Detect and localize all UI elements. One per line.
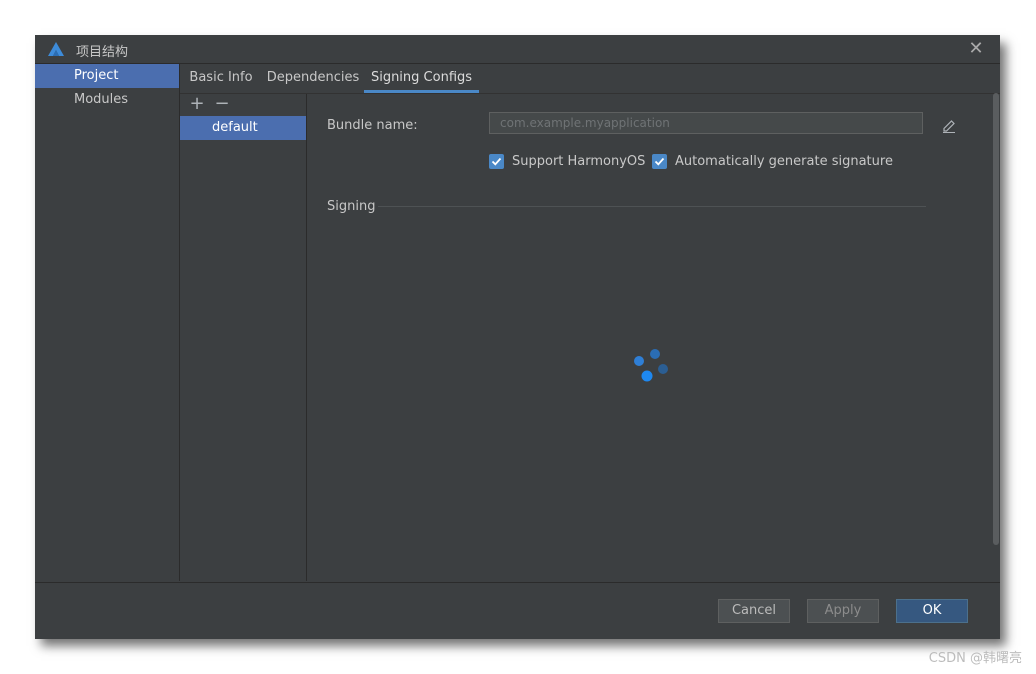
project-structure-dialog: 项目结构 ✕ Project Modules Basic Info Depend… <box>35 35 1000 639</box>
add-config-button[interactable]: + <box>189 95 205 113</box>
ok-button[interactable]: OK <box>896 599 968 623</box>
pencil-icon[interactable] <box>941 118 957 134</box>
loading-spinner-icon <box>634 349 668 382</box>
vertical-scrollbar[interactable] <box>993 93 999 545</box>
list-item-default[interactable]: default <box>180 116 306 140</box>
config-list-panel: + − default <box>180 94 307 581</box>
cancel-button[interactable]: Cancel <box>718 599 790 623</box>
checkbox-checked-icon[interactable] <box>489 153 504 169</box>
close-icon[interactable]: ✕ <box>966 39 986 59</box>
tab-signing-configs[interactable]: Signing Configs <box>364 64 479 93</box>
bundle-name-label: Bundle name: <box>327 118 418 133</box>
support-harmonyos-checkbox[interactable]: Support HarmonyOS <box>489 152 645 170</box>
signing-configs-content: Bundle name: com.example.myapplication S… <box>307 94 1000 581</box>
app-logo-icon <box>48 42 64 56</box>
title-bar: 项目结构 ✕ <box>35 35 1000 64</box>
section-divider <box>378 206 926 207</box>
auto-signature-checkbox[interactable]: Automatically generate signature <box>652 152 893 170</box>
dialog-footer: Cancel Apply OK <box>35 582 1000 639</box>
checkbox-checked-icon[interactable] <box>652 153 667 169</box>
list-toolbar: + − <box>180 94 306 116</box>
window-title: 项目结构 <box>76 45 129 60</box>
support-harmonyos-label: Support HarmonyOS <box>512 153 646 169</box>
tab-bar: Basic Info Dependencies Signing Configs <box>180 64 1000 94</box>
tab-dependencies[interactable]: Dependencies <box>262 64 364 93</box>
tab-basic-info[interactable]: Basic Info <box>180 64 262 93</box>
bundle-name-input[interactable]: com.example.myapplication <box>489 112 923 134</box>
sidebar-item-modules[interactable]: Modules <box>35 88 179 112</box>
signing-section-title: Signing <box>327 199 376 214</box>
remove-config-button[interactable]: − <box>214 95 230 113</box>
sidebar-item-project[interactable]: Project <box>35 64 179 88</box>
watermark-text: CSDN @韩曙亮 <box>928 651 1022 666</box>
apply-button[interactable]: Apply <box>807 599 879 623</box>
auto-signature-label: Automatically generate signature <box>675 153 893 169</box>
sidebar: Project Modules <box>35 64 180 581</box>
